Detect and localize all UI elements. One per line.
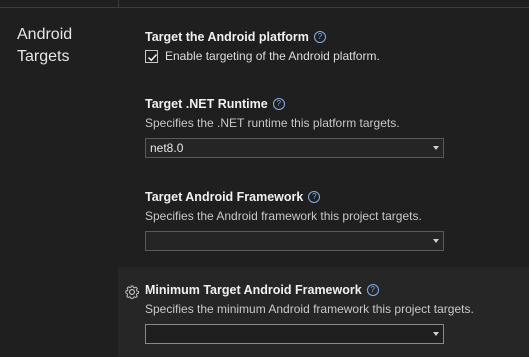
setting-minimum-target-android-framework: Minimum Target Android Framework ? Speci…: [145, 282, 525, 344]
setting-description: Specifies the minimum Android framework …: [145, 302, 474, 316]
checkmark-icon: [147, 53, 158, 61]
column-divider: [118, 0, 119, 8]
setting-target-android-platform: Target the Android platform ? Enable tar…: [145, 29, 525, 63]
setting-description: Specifies the Android framework this pro…: [145, 209, 422, 223]
top-divider: [0, 7, 529, 8]
help-icon[interactable]: ?: [366, 284, 379, 296]
setting-title: Minimum Target Android Framework ?: [145, 282, 525, 298]
setting-title-text: Target Android Framework: [145, 190, 304, 204]
minimum-android-framework-dropdown[interactable]: [145, 324, 444, 344]
help-icon[interactable]: ?: [308, 191, 321, 203]
enable-android-checkbox[interactable]: [145, 49, 158, 63]
net-runtime-dropdown[interactable]: net8.0: [145, 138, 444, 158]
setting-description: Specifies the .NET runtime this platform…: [145, 116, 400, 130]
setting-title-text: Minimum Target Android Framework: [145, 283, 362, 297]
section-title: Android Targets: [17, 26, 73, 65]
setting-title-text: Target .NET Runtime: [145, 97, 268, 111]
gear-icon[interactable]: [125, 285, 139, 299]
android-targets-page: Android Targets Target the Android platf…: [0, 0, 529, 357]
chevron-down-icon: [433, 239, 439, 243]
dropdown-value: net8.0: [150, 141, 184, 155]
chevron-down-icon: [433, 146, 439, 150]
help-icon[interactable]: ?: [272, 98, 285, 110]
help-icon[interactable]: ?: [313, 31, 326, 43]
checkbox-label: Enable targeting of the Android platform…: [165, 49, 380, 63]
chevron-down-icon: [433, 332, 439, 336]
enable-android-checkbox-row[interactable]: Enable targeting of the Android platform…: [145, 49, 525, 63]
setting-target-net-runtime: Target .NET Runtime ? Specifies the .NET…: [145, 96, 525, 158]
setting-title-text: Target the Android platform: [145, 30, 309, 44]
android-framework-dropdown[interactable]: [145, 231, 444, 251]
setting-title: Target Android Framework ?: [145, 189, 525, 205]
setting-title: Target the Android platform ?: [145, 29, 525, 45]
setting-target-android-framework: Target Android Framework ? Specifies the…: [145, 189, 525, 251]
setting-title: Target .NET Runtime ?: [145, 96, 525, 112]
